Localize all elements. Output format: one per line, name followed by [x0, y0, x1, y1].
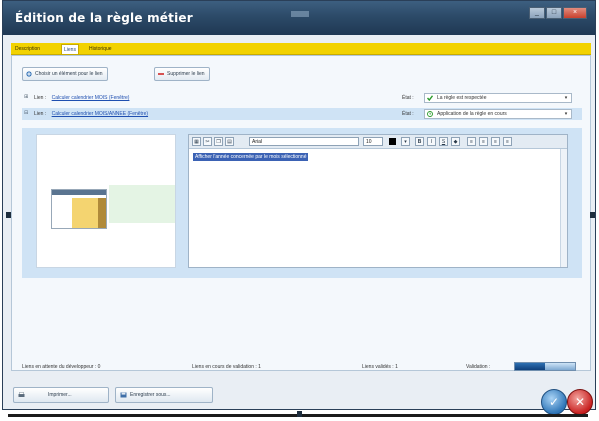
validation-progress-fill — [515, 363, 545, 370]
window-controls: _ □ × — [529, 7, 587, 19]
add-link-button[interactable]: Choisir un élément pour le lien — [22, 67, 108, 81]
check-icon — [427, 95, 433, 101]
preview-highlight — [109, 185, 175, 223]
title-bar: Édition de la règle métier _ □ × — [3, 1, 595, 35]
save-icon — [120, 392, 127, 398]
printer-icon — [18, 392, 25, 397]
clock-icon — [427, 111, 433, 117]
align-left-icon[interactable]: ≡ — [467, 137, 476, 146]
save-as-label: Enregistrer sous... — [130, 392, 171, 398]
check-icon: ✓ — [548, 395, 560, 409]
editor-text[interactable]: Afficher l'année concernée par le mois s… — [193, 153, 309, 161]
status-pending-dev: Liens en attente du développeur : 0 — [22, 364, 101, 370]
preview-titlebar — [52, 190, 106, 195]
title-decoration — [291, 11, 309, 17]
link-row[interactable]: ⊟ Lien : Calculer calendrier MOIS/ANNEE … — [22, 108, 582, 120]
preview-block — [98, 198, 106, 228]
rich-text-editor[interactable]: ▦ ✂ ❐ ▤ Arial 10 ▾ B I S ◆ ≡ ≡ ≡ ≡ Affic… — [188, 134, 568, 268]
status-validated: Liens validés : 1 — [362, 364, 398, 370]
status-in-validation: Liens en cours de validation : 1 — [192, 364, 261, 370]
link-prefix: Lien : — [34, 111, 47, 117]
rule-edit-window: Édition de la règle métier _ □ × Descrip… — [2, 0, 596, 415]
editor-toolbar: ▦ ✂ ❐ ▤ Arial 10 ▾ B I S ◆ ≡ ≡ ≡ ≡ — [189, 135, 567, 149]
preview-block — [72, 198, 98, 228]
links-panel: Choisir un élément pour le lien Supprime… — [11, 55, 591, 371]
link-label: Lien : Calculer calendrier MOIS/ANNEE (F… — [34, 108, 148, 120]
minimize-icon[interactable]: _ — [529, 7, 545, 19]
close-icon[interactable]: × — [563, 7, 587, 19]
chevron-down-icon: ▾ — [564, 95, 568, 101]
validate-button[interactable]: ✓ — [541, 389, 567, 415]
add-icon — [26, 71, 32, 77]
validation-progress-bar — [514, 362, 576, 371]
text-color-icon[interactable] — [389, 138, 396, 145]
remove-link-button[interactable]: Supprimer le lien — [154, 67, 210, 81]
etat-value: Application de la règle en cours — [437, 111, 507, 117]
remove-icon — [158, 73, 164, 75]
etat-value: La règle est respectée — [437, 95, 487, 101]
chevron-down-icon: ▾ — [564, 111, 568, 117]
remove-link-label: Supprimer le lien — [167, 71, 205, 77]
align-center-icon[interactable]: ≡ — [479, 137, 488, 146]
save-as-button[interactable]: Enregistrer sous... — [115, 387, 213, 403]
format-icon[interactable]: ▦ — [192, 137, 201, 146]
window-preview — [36, 134, 176, 268]
size-value: 10 — [366, 139, 372, 145]
size-select[interactable]: 10 — [363, 137, 383, 146]
resize-handle-left[interactable] — [6, 212, 11, 218]
color-dropdown-icon[interactable]: ▾ — [401, 137, 410, 146]
expand-icon[interactable]: ⊞ — [24, 95, 29, 100]
etat-select[interactable]: Application de la règle en cours ▾ — [424, 109, 572, 119]
print-label: Imprimer... — [48, 392, 72, 398]
validation-label: Validation : — [466, 364, 491, 370]
justify-icon[interactable]: ≡ — [503, 137, 512, 146]
italic-icon[interactable]: I — [427, 137, 436, 146]
editor-scrollbar[interactable] — [560, 149, 567, 267]
copy-icon[interactable]: ❐ — [214, 137, 223, 146]
collapse-icon[interactable]: ⊟ — [24, 111, 29, 116]
tab-historique[interactable]: Historique — [87, 44, 114, 54]
paste-icon[interactable]: ▤ — [225, 137, 234, 146]
font-value: Arial — [252, 139, 263, 145]
close-icon: ✕ — [574, 395, 586, 409]
cut-icon[interactable]: ✂ — [203, 137, 212, 146]
link-detail: ▦ ✂ ❐ ▤ Arial 10 ▾ B I S ◆ ≡ ≡ ≡ ≡ Affic… — [22, 128, 582, 278]
window-title: Édition de la règle métier — [15, 11, 193, 25]
etat-label: État : — [402, 111, 414, 117]
link-row[interactable]: ⊞ Lien : Calculer calendrier MOIS (Fenêt… — [22, 92, 582, 104]
preview-thumbnail[interactable] — [51, 189, 107, 229]
link-label: Lien : Calculer calendrier MOIS (Fenêtre… — [34, 92, 129, 104]
print-button[interactable]: Imprimer... — [13, 387, 109, 403]
strike-icon[interactable]: ◆ — [451, 137, 460, 146]
resize-handle-bottom[interactable] — [297, 411, 302, 417]
cancel-button[interactable]: ✕ — [567, 389, 593, 415]
link-prefix: Lien : — [34, 95, 47, 101]
add-link-label: Choisir un élément pour le lien — [35, 71, 103, 77]
resize-handle-right[interactable] — [590, 212, 595, 218]
tab-liens[interactable]: Liens — [61, 44, 79, 54]
align-right-icon[interactable]: ≡ — [491, 137, 500, 146]
font-select[interactable]: Arial — [249, 137, 359, 146]
link-name[interactable]: Calculer calendrier MOIS/ANNEE (Fenêtre) — [52, 111, 148, 117]
link-name[interactable]: Calculer calendrier MOIS (Fenêtre) — [52, 95, 130, 101]
etat-label: État : — [402, 95, 414, 101]
underline-icon[interactable]: S — [439, 137, 448, 146]
maximize-icon[interactable]: □ — [546, 7, 562, 19]
bold-icon[interactable]: B — [415, 137, 424, 146]
tab-description[interactable]: Description — [13, 44, 42, 54]
tab-bar: Description Liens Historique — [11, 43, 591, 55]
etat-select[interactable]: La règle est respectée ▾ — [424, 93, 572, 103]
